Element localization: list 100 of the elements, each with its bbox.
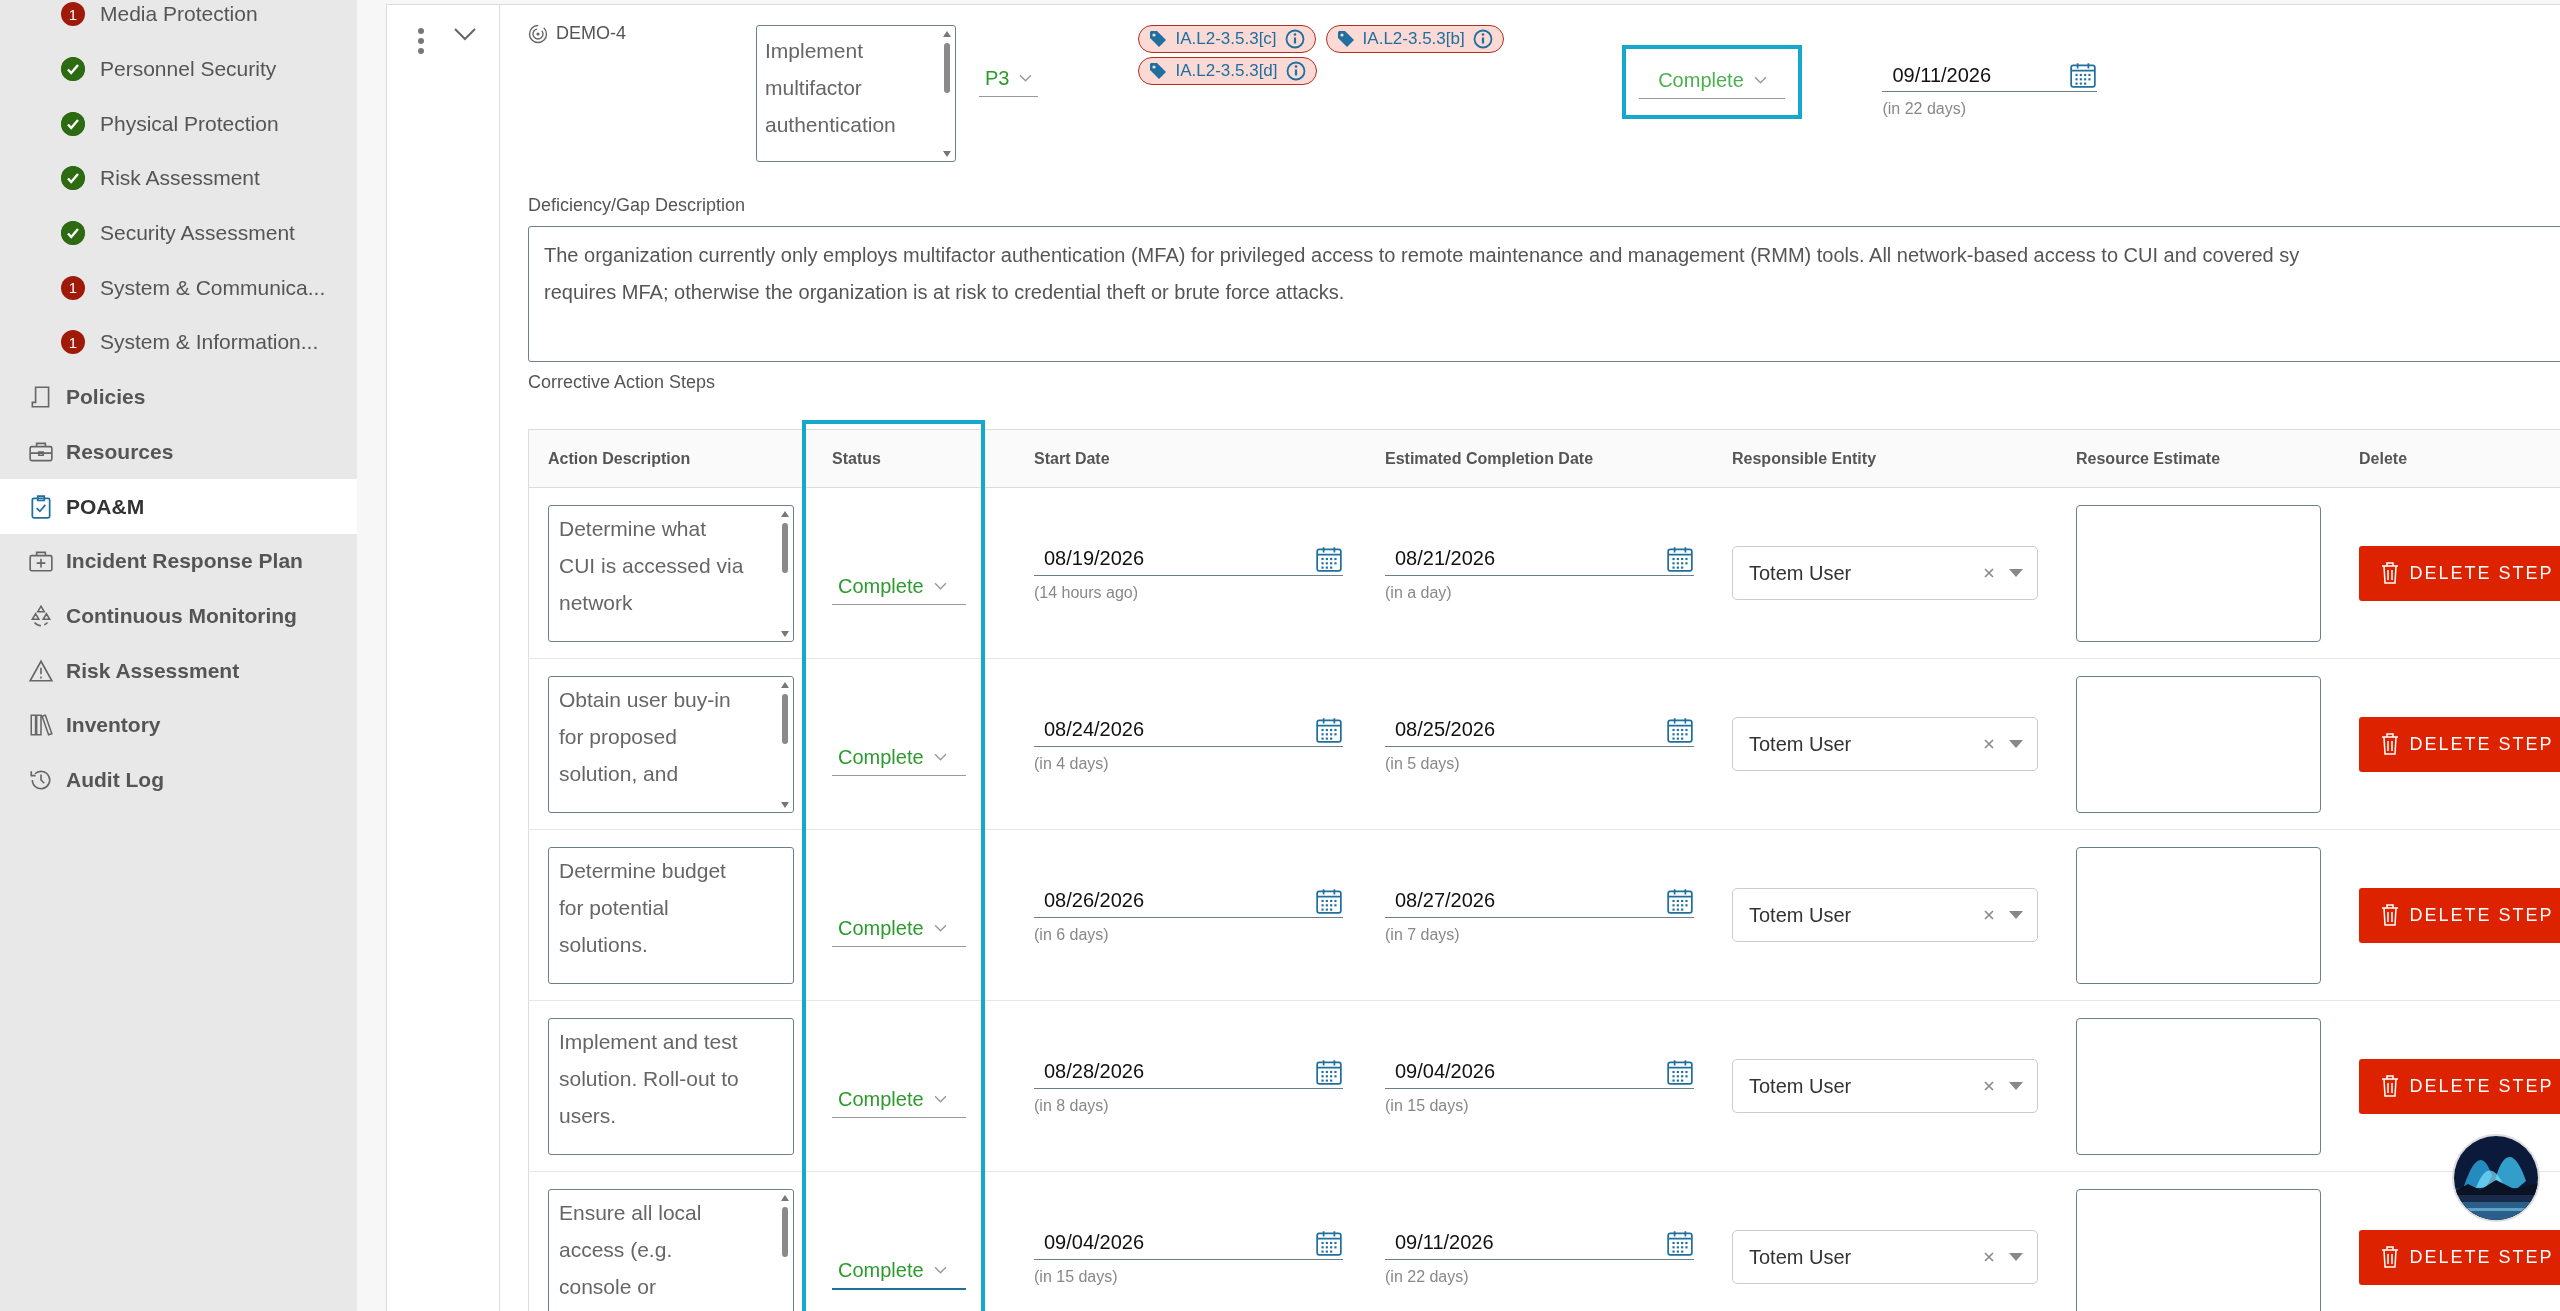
status-select[interactable]: Complete — [832, 571, 966, 605]
delete-step-button[interactable]: DELETE STEP — [2359, 887, 2560, 943]
action-field[interactable]: Ensure all local access (e.g. console or — [548, 1188, 794, 1311]
date-field[interactable]: 08/25/2026 — [1385, 715, 1694, 747]
clear-icon[interactable] — [1983, 909, 1995, 921]
control-tag[interactable]: IA.L2-3.5.3[b] — [1325, 25, 1504, 53]
action-field[interactable]: Determine budget for potential solutions. — [548, 846, 794, 984]
clear-icon[interactable] — [1983, 1251, 1995, 1263]
resource-field[interactable] — [2076, 675, 2321, 813]
calendar-icon[interactable] — [1315, 886, 1343, 915]
calendar-icon[interactable] — [1315, 544, 1343, 573]
date-field[interactable]: 09/04/2026 — [1034, 1228, 1343, 1260]
relative-date: (in 8 days) — [1034, 1096, 1110, 1115]
clear-icon[interactable] — [1983, 1080, 1995, 1092]
relative-date: (in 22 days) — [1882, 100, 1968, 118]
date-field[interactable]: 08/24/2026 — [1034, 715, 1343, 747]
caret-icon — [2009, 1253, 2023, 1261]
delete-step-button[interactable]: DELETE STEP — [2359, 716, 2560, 772]
date-field[interactable]: 09/11/2026 — [1882, 61, 2098, 92]
description-field[interactable]: The organization currently only employs multifactor authentication (MFA) for privileged access to remote maintenance and management (RMM) tools. All network-based access to CUI and covered sy requires MFA; otherwise the organization is at risk to credential theft or brute force attacks. — [528, 226, 2560, 362]
scrollbar[interactable] — [942, 29, 952, 159]
entity-select[interactable]: Totem User — [1732, 1059, 2038, 1113]
relative-date: (14 hours ago) — [1034, 583, 1140, 602]
action-field[interactable]: Obtain user buy-in for proposed solution, and — [548, 675, 794, 813]
resource-field[interactable] — [2076, 504, 2321, 642]
nav-item[interactable]: Audit Log — [0, 752, 357, 808]
nav-item[interactable]: Resources — [0, 424, 357, 480]
entity-select[interactable]: Totem User — [1732, 546, 2038, 600]
date-field[interactable]: 08/28/2026 — [1034, 1057, 1343, 1089]
tag-icon — [1149, 30, 1168, 48]
resource-field[interactable] — [2076, 1017, 2321, 1155]
nav-item[interactable]: Incident Response Plan — [0, 533, 357, 589]
date-field[interactable]: 08/27/2026 — [1385, 886, 1694, 918]
info-icon[interactable] — [1472, 29, 1493, 49]
nav-item[interactable]: Policies — [0, 369, 357, 425]
date-field[interactable]: 08/19/2026 — [1034, 544, 1343, 576]
nav-item[interactable]: Risk Assessment — [0, 643, 357, 698]
check-icon — [61, 166, 85, 191]
calendar-icon[interactable] — [1666, 1057, 1694, 1086]
title-field[interactable]: Implement multifactor authentication — [756, 25, 956, 162]
calendar-icon[interactable] — [1666, 715, 1694, 744]
delete-step-button[interactable]: DELETE STEP — [2359, 545, 2560, 601]
info-icon[interactable] — [1285, 61, 1306, 81]
trash-icon — [2381, 1075, 2400, 1097]
relative-date: (in 7 days) — [1385, 925, 1461, 944]
entity-select[interactable]: Totem User — [1732, 888, 2038, 942]
relative-date: (in 15 days) — [1385, 1096, 1470, 1115]
priority-select[interactable]: P3 — [979, 63, 1039, 97]
calendar-icon[interactable] — [1666, 544, 1694, 573]
status-select[interactable]: Complete — [832, 913, 966, 947]
nav-item[interactable]: Continuous Monitoring — [0, 588, 357, 644]
nav-item[interactable]: Inventory — [0, 697, 357, 753]
column-header: Delete — [2340, 429, 2560, 488]
calendar-icon[interactable] — [2069, 61, 2098, 89]
sidebar-item[interactable]: Personnel Security — [0, 41, 357, 97]
calendar-icon[interactable] — [1315, 1057, 1343, 1086]
sidebar-item[interactable]: 1 System & Communica... — [0, 260, 357, 316]
chevron-down-icon[interactable] — [453, 27, 477, 41]
entity-select[interactable]: Totem User — [1732, 717, 2038, 771]
date-field[interactable]: 09/04/2026 — [1385, 1057, 1694, 1089]
sidebar-item[interactable]: Risk Assessment — [0, 151, 357, 206]
date-field[interactable]: 09/11/2026 — [1385, 1228, 1694, 1260]
sidebar-item[interactable]: Security Assessment — [0, 205, 357, 261]
status-select[interactable]: Complete — [832, 1254, 966, 1290]
status-select[interactable]: Complete — [832, 1084, 966, 1118]
trash-icon — [2381, 904, 2400, 926]
calendar-icon[interactable] — [1666, 1228, 1694, 1257]
sidebar-item[interactable]: Physical Protection — [0, 96, 357, 152]
status-select[interactable]: Complete — [832, 742, 966, 776]
column-header: Resource Estimate — [2057, 429, 2340, 488]
caret-icon — [2009, 911, 2023, 919]
column-header: Status — [813, 429, 1015, 488]
nav-item[interactable]: POA&M — [0, 479, 357, 534]
column-header: Action Description — [528, 429, 813, 488]
column-header: Start Date — [1015, 429, 1366, 488]
control-tag[interactable]: IA.L2-3.5.3[d] — [1138, 57, 1317, 85]
delete-step-button[interactable]: DELETE STEP — [2359, 1058, 2560, 1114]
sidebar-item[interactable]: 1 Media Protection — [0, 0, 357, 42]
date-field[interactable]: 08/21/2026 — [1385, 544, 1694, 576]
action-field[interactable]: Determine what CUI is accessed via network — [548, 504, 794, 642]
clear-icon[interactable] — [1983, 738, 1995, 750]
calendar-icon[interactable] — [1315, 715, 1343, 744]
action-field[interactable]: Implement and test solution. Roll-out to users. — [548, 1017, 794, 1155]
resource-field[interactable] — [2076, 1188, 2321, 1311]
resource-field[interactable] — [2076, 846, 2321, 984]
date-field[interactable]: 08/26/2026 — [1034, 886, 1343, 918]
calendar-icon[interactable] — [1315, 1228, 1343, 1257]
sidebar-item[interactable]: 1 System & Information... — [0, 315, 357, 370]
control-tag[interactable]: IA.L2-3.5.3[c] — [1138, 25, 1316, 53]
clear-icon[interactable] — [1983, 567, 1995, 579]
info-icon[interactable] — [1284, 29, 1305, 49]
check-icon — [61, 221, 85, 246]
more-options-icon[interactable] — [417, 27, 425, 55]
caret-icon — [2009, 1082, 2023, 1090]
calendar-icon[interactable] — [1666, 886, 1694, 915]
delete-step-button[interactable]: DELETE STEP — [2359, 1229, 2560, 1285]
chevron-down-icon — [933, 924, 947, 933]
item-id: DEMO-4 — [556, 23, 626, 44]
entity-select[interactable]: Totem User — [1732, 1230, 2038, 1284]
check-icon — [61, 111, 85, 136]
